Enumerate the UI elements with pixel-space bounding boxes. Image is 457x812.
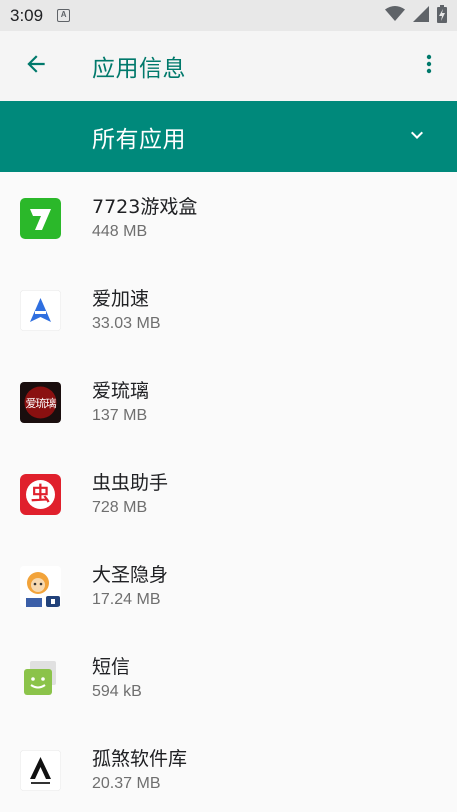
battery-charging-icon — [437, 4, 447, 27]
app-size: 594 kB — [92, 683, 142, 700]
more-vert-icon — [417, 52, 441, 80]
status-icons — [385, 4, 447, 27]
arrow-back-icon — [23, 51, 49, 81]
app-messages-icon — [20, 658, 61, 699]
app-name: 7723游戏盒 — [92, 196, 198, 218]
app-filter-dropdown[interactable]: 所有应用 — [0, 101, 457, 172]
list-item[interactable]: 大圣隐身 17.24 MB — [0, 540, 457, 632]
back-button[interactable] — [0, 31, 72, 101]
app-chongchong-icon: 虫 — [20, 473, 61, 515]
app-size: 137 MB — [92, 407, 148, 424]
app-size: 448 MB — [92, 223, 148, 240]
app-size: 33.03 MB — [92, 315, 161, 332]
app-name: 爱加速 — [92, 288, 150, 310]
app-name: 大圣隐身 — [92, 564, 169, 586]
status-time: 3:09 — [10, 5, 44, 25]
app-aijiasu-icon — [20, 289, 61, 331]
chevron-down-icon — [405, 123, 429, 151]
app-name: 虫虫助手 — [92, 472, 169, 494]
app-gusha-icon — [20, 749, 61, 791]
app-name: 短信 — [92, 656, 131, 678]
list-item[interactable]: 7723游戏盒 448 MB — [0, 172, 457, 264]
list-item[interactable]: 爱琉璃 爱琉璃 137 MB — [0, 356, 457, 448]
app-size: 20.37 MB — [92, 775, 161, 792]
app-size: 728 MB — [92, 499, 148, 516]
wifi-icon — [385, 5, 405, 26]
app-ailiuli-icon: 爱琉璃 — [20, 381, 61, 423]
app-icon-logo-text: 虫 — [30, 482, 50, 505]
filter-chevron — [377, 101, 457, 172]
signal-icon — [413, 5, 429, 26]
filter-label: 所有应用 — [92, 126, 186, 153]
app-icon-logo-text: 爱琉璃 — [25, 396, 57, 410]
list-item[interactable]: 短信 594 kB — [0, 632, 457, 724]
app-dasheng-icon — [20, 565, 61, 607]
app-bar: 应用信息 — [0, 31, 457, 101]
list-item[interactable]: 虫 虫虫助手 728 MB — [0, 448, 457, 540]
page-title: 应用信息 — [92, 56, 186, 82]
more-options-button[interactable] — [401, 31, 457, 101]
app-list: 7723游戏盒 448 MB 爱加速 33.03 MB 爱琉璃 爱琉璃 137 … — [0, 172, 457, 812]
app-name: 孤煞软件库 — [92, 748, 188, 770]
app-size: 17.24 MB — [92, 591, 161, 608]
notification-a-icon: A — [57, 9, 71, 22]
status-bar: 3:09 A — [0, 0, 457, 31]
list-item[interactable]: 孤煞软件库 20.37 MB — [0, 724, 457, 812]
app-name: 爱琉璃 — [92, 380, 150, 402]
app-7723-icon — [20, 197, 61, 239]
list-item[interactable]: 爱加速 33.03 MB — [0, 264, 457, 356]
